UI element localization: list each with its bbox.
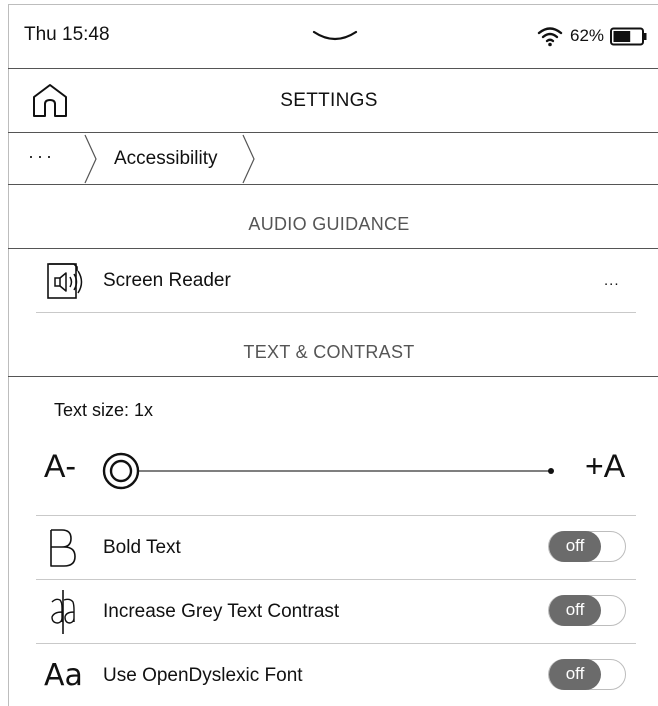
toggle-state: off [549, 531, 601, 562]
breadcrumb-separator [242, 134, 255, 184]
toggle-state: off [549, 659, 601, 690]
divider [8, 68, 658, 69]
status-time: Thu 15:48 [24, 24, 110, 45]
divider [8, 132, 658, 133]
text-size-decrease[interactable]: A- [44, 448, 76, 485]
breadcrumb-separator [84, 134, 97, 184]
battery-percent: 62% [570, 26, 605, 45]
breadcrumb-more[interactable]: ··· [28, 146, 55, 167]
grey-contrast-label: Increase Grey Text Contrast [103, 601, 340, 622]
speaker-icon [47, 263, 83, 299]
page-title: SETTINGS [280, 90, 378, 111]
divider [8, 248, 658, 249]
dyslexic-font-label: Use OpenDyslexic Font [103, 665, 303, 686]
divider [8, 376, 658, 377]
dyslexic-font-icon: Aa [44, 658, 83, 693]
contrast-text-icon [51, 590, 75, 634]
divider [36, 312, 636, 313]
grey-contrast-toggle[interactable]: off [548, 595, 626, 626]
section-title-text-contrast: TEXT & CONTRAST [243, 342, 415, 362]
bold-text-toggle[interactable]: off [548, 531, 626, 562]
text-size-slider[interactable] [102, 448, 562, 494]
battery-icon [610, 27, 647, 46]
divider [8, 184, 658, 185]
slider-end-dot [548, 468, 554, 474]
slider-knob[interactable] [102, 452, 140, 490]
toggle-state: off [549, 595, 601, 626]
bold-text-label: Bold Text [103, 537, 181, 558]
section-title-audio-guidance: AUDIO GUIDANCE [248, 214, 410, 234]
text-size-label: Text size: 1x [54, 400, 154, 420]
dyslexic-font-toggle[interactable]: off [548, 659, 626, 690]
bold-b-icon [50, 529, 76, 567]
battery-fill [613, 31, 631, 42]
wifi-icon [537, 27, 563, 47]
text-size-increase[interactable]: +A [585, 448, 625, 485]
chevron-down-icon[interactable] [312, 28, 358, 44]
breadcrumb-current[interactable]: Accessibility [114, 148, 217, 170]
screen-reader-more[interactable]: ... [604, 272, 620, 289]
screen-reader-label: Screen Reader [103, 270, 231, 291]
